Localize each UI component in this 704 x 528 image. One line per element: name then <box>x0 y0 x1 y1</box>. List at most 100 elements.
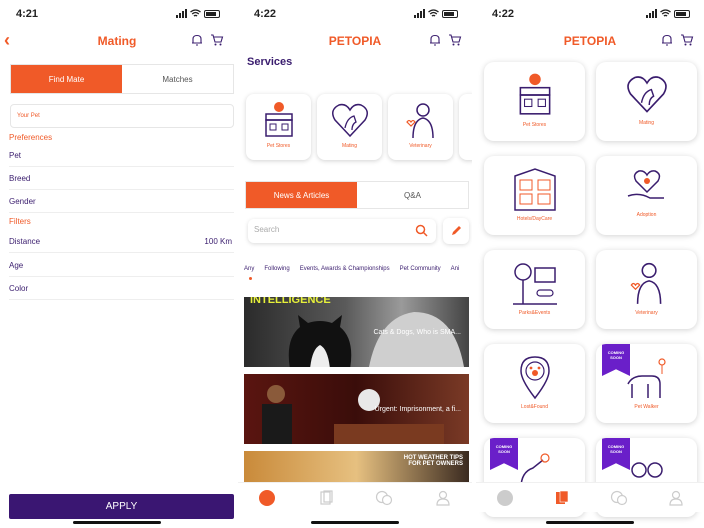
service-card-partial[interactable] <box>459 94 472 160</box>
bell-icon[interactable] <box>660 33 674 47</box>
home-indicator <box>546 521 634 524</box>
tab-profile[interactable] <box>667 489 685 507</box>
category-filters: Any Following Events, Awards & Champions… <box>244 266 460 280</box>
card-label: Pet Stores <box>522 122 547 128</box>
filter-any[interactable]: Any <box>244 266 254 272</box>
news-headline: Cats & Dogs, Who is SMA... <box>373 329 461 336</box>
services-carousel: Pet Stores Mating Veterinary <box>246 94 472 160</box>
service-card-pet-stores[interactable]: Pet Stores <box>246 94 311 160</box>
services-heading: Services <box>247 56 293 68</box>
mating-screen: 4:21 ‹ Mating Find Mate Matches Your Pet… <box>0 0 234 528</box>
tab-home[interactable] <box>258 489 276 507</box>
chat-icon <box>610 490 627 505</box>
filter-row-age[interactable]: Age <box>9 255 234 277</box>
tab-profile[interactable] <box>434 489 452 507</box>
wifi-icon <box>428 9 439 17</box>
news-card[interactable]: HOT WEATHER TIPS FOR PET OWNERS <box>244 451 469 485</box>
news-card[interactable]: Urgent: Imprisonment, a fi... <box>244 374 469 444</box>
status-time: 4:22 <box>254 8 277 20</box>
card-label: Mating <box>638 120 654 126</box>
pref-row-gender[interactable]: Gender <box>9 191 234 213</box>
cart-icon[interactable] <box>680 33 694 47</box>
cart-icon[interactable] <box>210 33 224 47</box>
news-headline: Urgent: Imprisonment, a fi... <box>374 406 461 413</box>
coming-soon-ribbon: COMING SOON <box>490 438 518 470</box>
search-input[interactable]: Search <box>248 219 436 243</box>
heart-dog-icon <box>626 76 667 113</box>
card-label: Lost&Found <box>521 404 548 410</box>
card-label: Adoption <box>636 212 657 218</box>
distance-label: Distance <box>9 237 41 246</box>
signal-icon <box>414 9 425 18</box>
card-label: Parks&Events <box>518 310 551 316</box>
active-filter-dot <box>249 277 252 280</box>
compass-icon <box>259 489 276 506</box>
filter-row-distance[interactable]: Distance 100 Km <box>9 231 234 253</box>
home-indicator <box>311 521 399 524</box>
your-pet-field[interactable]: Your Pet <box>10 104 234 128</box>
grid-card-lost-found[interactable]: Lost&Found <box>484 344 585 423</box>
header-actions <box>190 33 224 47</box>
filter-animals[interactable]: Ani <box>451 266 460 272</box>
cards-icon <box>320 489 333 505</box>
tab-feed[interactable] <box>553 489 571 507</box>
grid-card-pet-walker[interactable]: COMING SOON Pet Walker <box>596 344 697 423</box>
status-icons <box>414 9 458 18</box>
pref-row-breed[interactable]: Breed <box>9 168 234 190</box>
vet-icon <box>630 262 661 304</box>
tab-news-articles[interactable]: News & Articles <box>246 182 357 208</box>
apply-button[interactable]: APPLY <box>9 494 234 519</box>
pref-row-pet[interactable]: Pet <box>9 145 234 167</box>
grid-card-hotels-daycare[interactable]: Hotels/DayCare <box>484 156 585 235</box>
card-label: Pet Walker <box>634 404 659 410</box>
tab-qa[interactable]: Q&A <box>357 182 468 208</box>
bottom-tab-bar <box>476 482 704 512</box>
wifi-icon <box>660 9 671 17</box>
bell-icon[interactable] <box>428 33 442 47</box>
status-time: 4:21 <box>16 8 39 20</box>
grid-card-parks-events[interactable]: Parks&Events <box>484 250 585 329</box>
grid-card-mating[interactable]: Mating <box>596 62 697 141</box>
edit-button[interactable] <box>443 218 469 244</box>
tab-feed[interactable] <box>317 489 335 507</box>
tab-home[interactable] <box>496 489 514 507</box>
filter-following[interactable]: Following <box>264 266 289 272</box>
service-card-veterinary[interactable]: Veterinary <box>388 94 453 160</box>
location-paw-icon <box>519 356 550 400</box>
news-tabs: News & Articles Q&A <box>245 181 469 209</box>
store-icon <box>519 73 550 115</box>
mate-tabs: Find Mate Matches <box>10 64 234 94</box>
filter-events[interactable]: Events, Awards & Championships <box>300 266 390 272</box>
card-label: Hotels/DayCare <box>516 216 553 222</box>
grid-card-pet-stores[interactable]: Pet Stores <box>484 62 585 141</box>
hotel-icon <box>513 168 556 211</box>
tab-chat[interactable] <box>610 489 628 507</box>
compass-icon <box>496 489 513 506</box>
tab-find-mate[interactable]: Find Mate <box>11 65 122 93</box>
news-card[interactable]: INTELLIGENCE Cats & Dogs, Who is SMA... <box>244 297 469 367</box>
service-label: Mating <box>341 143 357 149</box>
service-label: Pet Stores <box>266 143 291 149</box>
grid-card-veterinary[interactable]: Veterinary <box>596 250 697 329</box>
search-icon <box>415 224 428 237</box>
service-label: Veterinary <box>409 143 432 149</box>
preferences-heading: Preferences <box>9 133 53 142</box>
heart-dog-icon <box>331 103 368 138</box>
service-card-mating[interactable]: Mating <box>317 94 382 160</box>
status-bar: 4:22 <box>238 0 472 28</box>
coming-soon-ribbon: COMING SOON <box>602 344 630 376</box>
store-icon <box>264 102 293 137</box>
home-screen: 4:22 PETOPIA Services Pet Stores Mating <box>238 0 472 528</box>
grid-card-adoption[interactable]: Adoption <box>596 156 697 235</box>
tab-chat[interactable] <box>375 489 393 507</box>
bell-icon[interactable] <box>190 33 204 47</box>
status-time: 4:22 <box>492 8 515 20</box>
filter-pet-community[interactable]: Pet Community <box>400 266 441 272</box>
news-banner: HOT WEATHER TIPS FOR PET OWNERS <box>404 455 463 467</box>
filter-row-color[interactable]: Color <box>9 278 234 300</box>
adoption-icon <box>627 170 664 199</box>
signal-icon <box>646 9 657 18</box>
cart-icon[interactable] <box>448 33 462 47</box>
tab-matches[interactable]: Matches <box>122 65 233 93</box>
battery-icon <box>204 9 220 18</box>
